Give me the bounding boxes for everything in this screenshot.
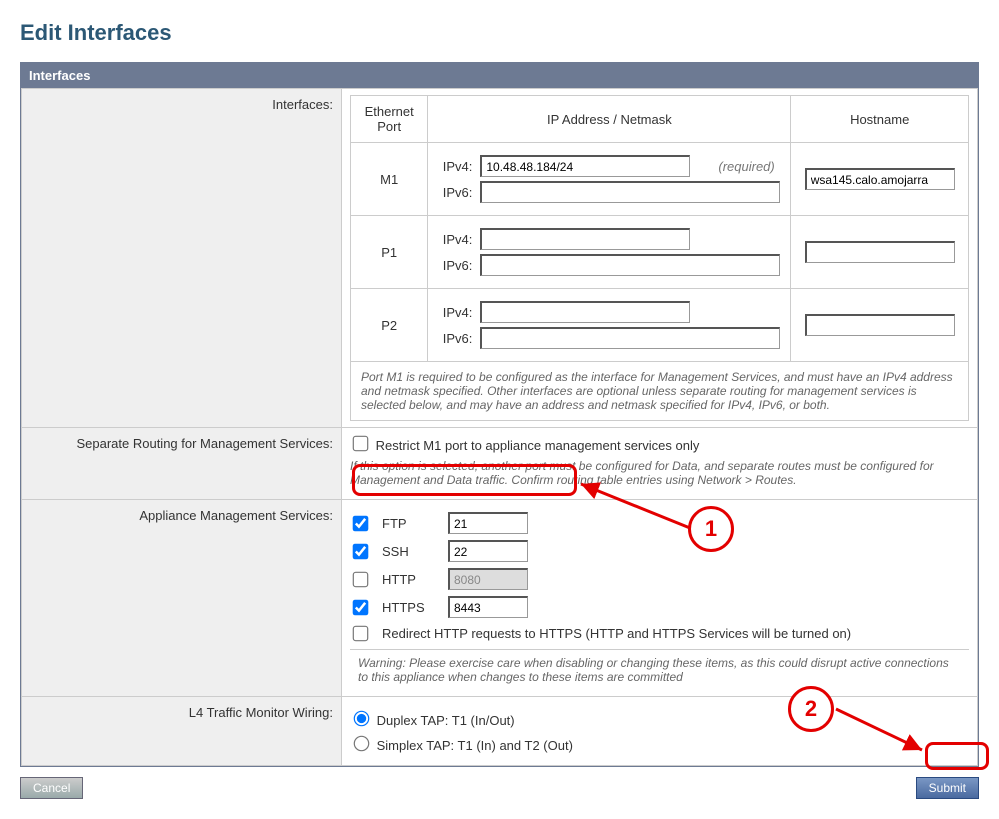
l4-simplex-radio[interactable] [354, 736, 370, 752]
ftp-checkbox[interactable] [353, 515, 369, 531]
ipv6-label: IPv6: [438, 258, 472, 273]
l4-simplex-label: Simplex TAP: T1 (In) and T2 (Out) [377, 738, 573, 753]
panel-header: Interfaces [21, 63, 978, 88]
interfaces-row-label: Interfaces: [22, 89, 342, 428]
port-ip-cell: IPv4: IPv6: [428, 216, 791, 289]
p2-hostname-input[interactable] [805, 314, 955, 336]
ipv4-label: IPv4: [438, 305, 472, 320]
restrict-m1-checkbox[interactable] [353, 436, 369, 452]
svc-ssh-row: SSH [350, 540, 969, 562]
ssh-port-input[interactable] [448, 540, 528, 562]
page-title: Edit Interfaces [20, 20, 979, 46]
cancel-button[interactable]: Cancel [20, 777, 83, 799]
interfaces-form: Interfaces: Ethernet Port IP Address / N… [21, 88, 978, 766]
svc-redirect-row: Redirect HTTP requests to HTTPS (HTTP an… [350, 624, 969, 643]
ftp-label: FTP [382, 516, 438, 531]
ipv4-label: IPv4: [438, 159, 472, 174]
l4-simplex-row[interactable]: Simplex TAP: T1 (In) and T2 (Out) [350, 738, 573, 753]
button-row: Cancel Submit [20, 777, 979, 799]
ipv6-label: IPv6: [438, 331, 472, 346]
m1-required-label: (required) [718, 159, 774, 174]
p2-ipv4-input[interactable] [480, 301, 690, 323]
l4-duplex-row[interactable]: Duplex TAP: T1 (In/Out) [350, 713, 515, 728]
https-label: HTTPS [382, 600, 438, 615]
ams-warning: Warning: Please exercise care when disab… [350, 649, 969, 690]
https-checkbox[interactable] [353, 599, 369, 615]
port-row-p1: P1 IPv4: IPv6: [351, 216, 969, 289]
port-ip-cell: IPv4: IPv6: [428, 289, 791, 362]
port-row-p2: P2 IPv4: IPv6: [351, 289, 969, 362]
p1-hostname-input[interactable] [805, 241, 955, 263]
ports-table: Ethernet Port IP Address / Netmask Hostn… [350, 95, 969, 421]
ipv4-label: IPv4: [438, 232, 472, 247]
port-name: P2 [351, 289, 428, 362]
https-port-input[interactable] [448, 596, 528, 618]
ports-col-ip: IP Address / Netmask [428, 96, 791, 143]
port-hostname-cell [791, 143, 969, 216]
http-checkbox[interactable] [353, 571, 369, 587]
sep-routing-note: If this option is selected, another port… [350, 453, 969, 493]
p2-ipv6-input[interactable] [480, 327, 780, 349]
svc-http-row: HTTP [350, 568, 969, 590]
ams-label: Appliance Management Services: [22, 500, 342, 697]
port-name: P1 [351, 216, 428, 289]
port-hostname-cell [791, 289, 969, 362]
restrict-m1-label: Restrict M1 port to appliance management… [376, 438, 700, 453]
redirect-label: Redirect HTTP requests to HTTPS (HTTP an… [382, 626, 851, 641]
ports-col-ethernet: Ethernet Port [351, 96, 428, 143]
m1-hostname-input[interactable] [805, 168, 955, 190]
ams-value: FTP SSH HTTP [342, 500, 978, 697]
sep-routing-value: Restrict M1 port to appliance management… [342, 428, 978, 500]
ipv6-label: IPv6: [438, 185, 472, 200]
http-label: HTTP [382, 572, 438, 587]
ports-col-hostname: Hostname [791, 96, 969, 143]
svc-ftp-row: FTP [350, 512, 969, 534]
port-name: M1 [351, 143, 428, 216]
redirect-checkbox[interactable] [353, 626, 369, 642]
interfaces-row-value: Ethernet Port IP Address / Netmask Hostn… [342, 89, 978, 428]
ssh-label: SSH [382, 544, 438, 559]
p1-ipv6-input[interactable] [480, 254, 780, 276]
l4-duplex-label: Duplex TAP: T1 (In/Out) [377, 713, 515, 728]
port-hostname-cell [791, 216, 969, 289]
ssh-checkbox[interactable] [353, 543, 369, 559]
m1-ipv4-input[interactable] [480, 155, 690, 177]
page-root: Edit Interfaces Interfaces Interfaces: E… [20, 20, 979, 799]
p1-ipv4-input[interactable] [480, 228, 690, 250]
l4-duplex-radio[interactable] [354, 711, 370, 727]
port-ip-cell: IPv4: (required) IPv6: [428, 143, 791, 216]
ports-note: Port M1 is required to be configured as … [351, 362, 969, 421]
sep-routing-label: Separate Routing for Management Services… [22, 428, 342, 500]
l4-label: L4 Traffic Monitor Wiring: [22, 697, 342, 766]
restrict-m1-row[interactable]: Restrict M1 port to appliance management… [350, 438, 699, 453]
ftp-port-input[interactable] [448, 512, 528, 534]
svc-https-row: HTTPS [350, 596, 969, 618]
interfaces-panel: Interfaces Interfaces: Ethernet Port IP … [20, 62, 979, 767]
m1-ipv6-input[interactable] [480, 181, 780, 203]
submit-button[interactable]: Submit [916, 777, 979, 799]
l4-value: Duplex TAP: T1 (In/Out) Simplex TAP: T1 … [342, 697, 978, 766]
http-port-input[interactable] [448, 568, 528, 590]
port-row-m1: M1 IPv4: (required) IPv6: [351, 143, 969, 216]
